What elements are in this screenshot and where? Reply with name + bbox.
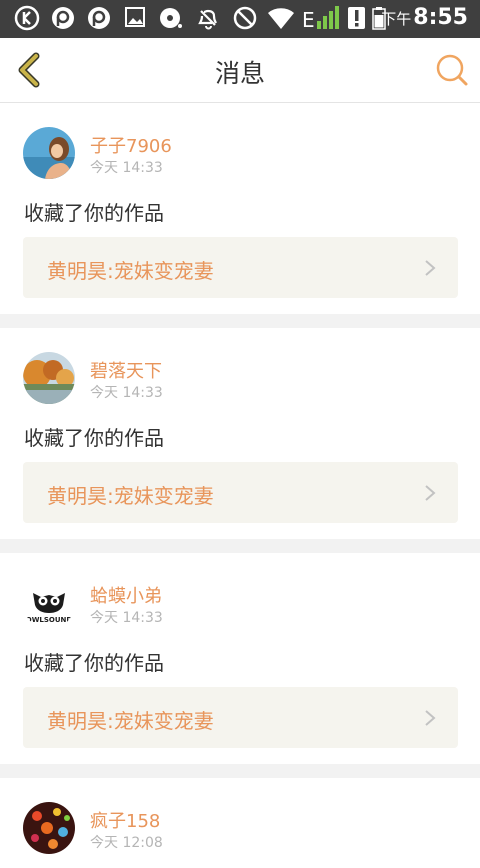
avatar[interactable] bbox=[23, 802, 75, 854]
action-text: 收藏了你的作品 bbox=[24, 651, 164, 675]
work-link[interactable]: 黄明昊:宠妹变宠妻 bbox=[23, 462, 458, 523]
timestamp: 今天 14:33 bbox=[90, 160, 163, 176]
alert-icon bbox=[348, 7, 365, 29]
image-icon bbox=[125, 7, 145, 27]
username[interactable]: 碧落天下 bbox=[90, 357, 162, 383]
username[interactable]: 疯子158 bbox=[90, 807, 160, 833]
chevron-right-icon bbox=[425, 260, 436, 276]
notification-card: 子子7906 今天 14:33 收藏了你的作品 黄明昊:宠妹变宠妻 bbox=[0, 103, 480, 314]
network-type-label: E bbox=[302, 8, 315, 32]
username[interactable]: 蛤蟆小弟 bbox=[90, 582, 162, 608]
avatar[interactable] bbox=[23, 127, 75, 179]
notification-list: 子子7906 今天 14:33 收藏了你的作品 黄明昊:宠妹变宠妻 碧落天下 今… bbox=[0, 103, 480, 868]
notification-card: 碧落天下 今天 14:33 收藏了你的作品 黄明昊:宠妹变宠妻 bbox=[0, 328, 480, 539]
disc-icon bbox=[160, 8, 182, 28]
work-link[interactable]: 黄明昊:宠妹变宠妻 bbox=[23, 237, 458, 298]
time-prefix: 下午 bbox=[381, 10, 412, 28]
avatar-logo-text: OWLSOUND bbox=[26, 616, 73, 624]
work-title: 黄明昊:宠妹变宠妻 bbox=[47, 259, 214, 283]
notification-card: 疯子158 今天 12:08 bbox=[0, 778, 480, 868]
nav-bar: 消息 bbox=[0, 38, 480, 103]
chevron-right-icon bbox=[425, 485, 436, 501]
work-title: 黄明昊:宠妹变宠妻 bbox=[47, 484, 214, 508]
block-icon bbox=[233, 6, 257, 30]
notification-card: OWLSOUND 蛤蟆小弟 今天 14:33 收藏了你的作品 黄明昊:宠妹变宠妻 bbox=[0, 553, 480, 764]
signal-icon bbox=[317, 6, 339, 29]
action-text: 收藏了你的作品 bbox=[24, 201, 164, 225]
timestamp: 今天 14:33 bbox=[90, 610, 163, 626]
time-value: 8:55 bbox=[413, 5, 468, 30]
avatar[interactable] bbox=[23, 352, 75, 404]
chevron-right-icon bbox=[425, 710, 436, 726]
k-app-icon bbox=[14, 5, 40, 31]
status-time: 下午 8:55 bbox=[381, 5, 468, 30]
search-icon[interactable] bbox=[434, 52, 470, 88]
username[interactable]: 子子7906 bbox=[90, 132, 172, 158]
timestamp: 今天 12:08 bbox=[90, 835, 163, 851]
page-title: 消息 bbox=[214, 59, 265, 88]
bell-icon bbox=[198, 9, 217, 30]
action-text: 收藏了你的作品 bbox=[24, 426, 164, 450]
work-title: 黄明昊:宠妹变宠妻 bbox=[47, 709, 214, 733]
wifi-icon bbox=[268, 8, 294, 30]
work-link[interactable]: 黄明昊:宠妹变宠妻 bbox=[23, 687, 458, 748]
p-app-icon bbox=[52, 7, 74, 29]
status-bar: E 下午 8:55 bbox=[0, 0, 480, 38]
timestamp: 今天 14:33 bbox=[90, 385, 163, 401]
avatar[interactable]: OWLSOUND bbox=[23, 577, 75, 629]
p-app-icon bbox=[88, 7, 110, 29]
